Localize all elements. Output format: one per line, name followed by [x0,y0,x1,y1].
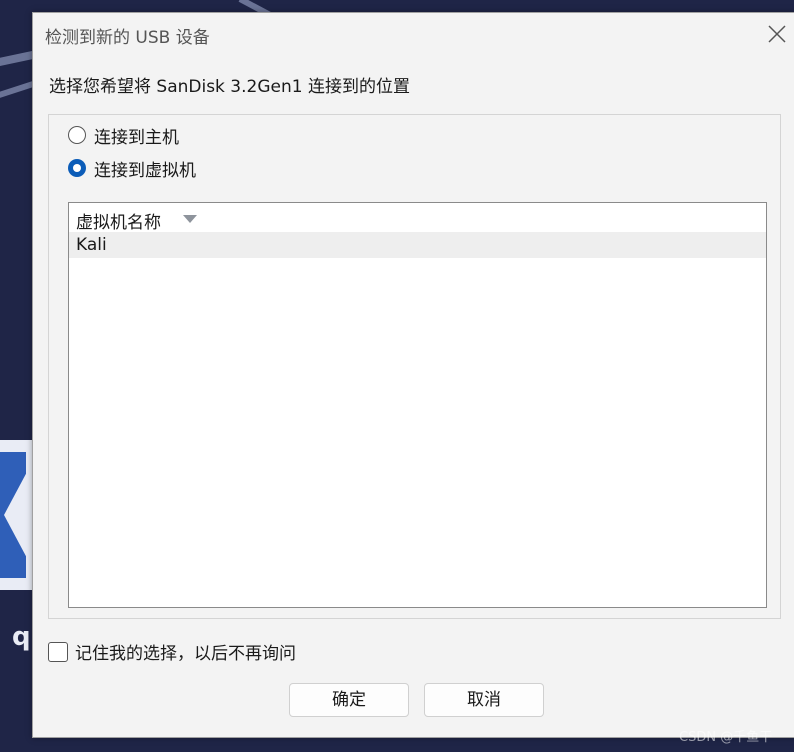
radio-button-checked[interactable] [68,159,86,177]
connection-options-group: 连接到主机 连接到虚拟机 虚拟机名称 Kali [48,114,781,619]
remember-checkbox[interactable] [48,641,68,662]
desktop-partial-text: q [12,622,31,652]
radio-connect-vm[interactable]: 连接到虚拟机 [68,157,196,181]
column-header-vm-name[interactable]: 虚拟机名称 [76,208,161,233]
close-icon [768,25,786,43]
watermark: CSDN @千鱼干 [679,730,773,745]
radio-label-vm: 连接到虚拟机 [94,160,196,181]
radio-connect-host[interactable]: 连接到主机 [68,124,179,148]
vm-list[interactable]: 虚拟机名称 Kali [68,202,767,608]
remember-choice-option[interactable]: 记住我的选择，以后不再询问 [48,639,296,664]
vm-name: Kali [76,235,107,255]
radio-button-unchecked[interactable] [68,126,86,144]
remember-label: 记住我的选择，以后不再询问 [75,644,296,664]
close-button[interactable] [765,22,789,46]
dialog-title: 检测到新的 USB 设备 [45,28,210,48]
dialog-titlebar: 检测到新的 USB 设备 [33,13,794,55]
vm-list-row[interactable]: Kali [69,233,766,258]
desktop-logo-notch [4,470,28,560]
cancel-button[interactable]: 取消 [424,683,544,717]
vm-list-header[interactable]: 虚拟机名称 [69,203,766,233]
ok-button[interactable]: 确定 [289,683,409,717]
radio-label-host: 连接到主机 [94,127,179,148]
usb-detected-dialog: 检测到新的 USB 设备 选择您希望将 SanDisk 3.2Gen1 连接到的… [32,12,794,738]
dialog-prompt: 选择您希望将 SanDisk 3.2Gen1 连接到的位置 [49,77,410,97]
sort-down-icon[interactable] [183,215,197,223]
